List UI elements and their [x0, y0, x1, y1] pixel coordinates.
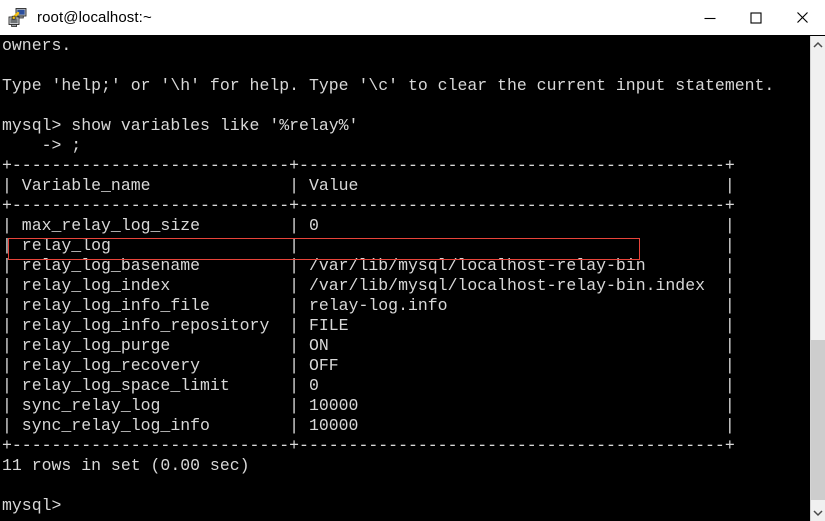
window-titlebar: root@localhost:~	[0, 0, 825, 36]
close-button[interactable]	[779, 0, 825, 35]
close-icon	[796, 12, 808, 23]
scrollbar-thumb[interactable]	[811, 340, 825, 500]
minimize-button[interactable]	[687, 0, 733, 35]
putty-network-computers-icon	[7, 7, 29, 29]
maximize-icon	[750, 11, 762, 24]
terminal-window: root@localhost:~ owners. Type 'help;' or…	[0, 0, 825, 521]
terminal-output: owners. Type 'help;' or '\h' for help. T…	[2, 36, 775, 515]
window-controls	[687, 0, 825, 35]
scroll-up-button[interactable]	[811, 36, 825, 53]
terminal-screen[interactable]: owners. Type 'help;' or '\h' for help. T…	[0, 36, 810, 521]
chevron-down-icon	[813, 509, 823, 516]
maximize-button[interactable]	[733, 0, 779, 35]
chevron-up-icon	[813, 41, 823, 48]
window-title: root@localhost:~	[37, 9, 152, 26]
vertical-scrollbar[interactable]	[810, 36, 825, 521]
minimize-icon	[704, 17, 716, 19]
scroll-down-button[interactable]	[811, 504, 825, 521]
